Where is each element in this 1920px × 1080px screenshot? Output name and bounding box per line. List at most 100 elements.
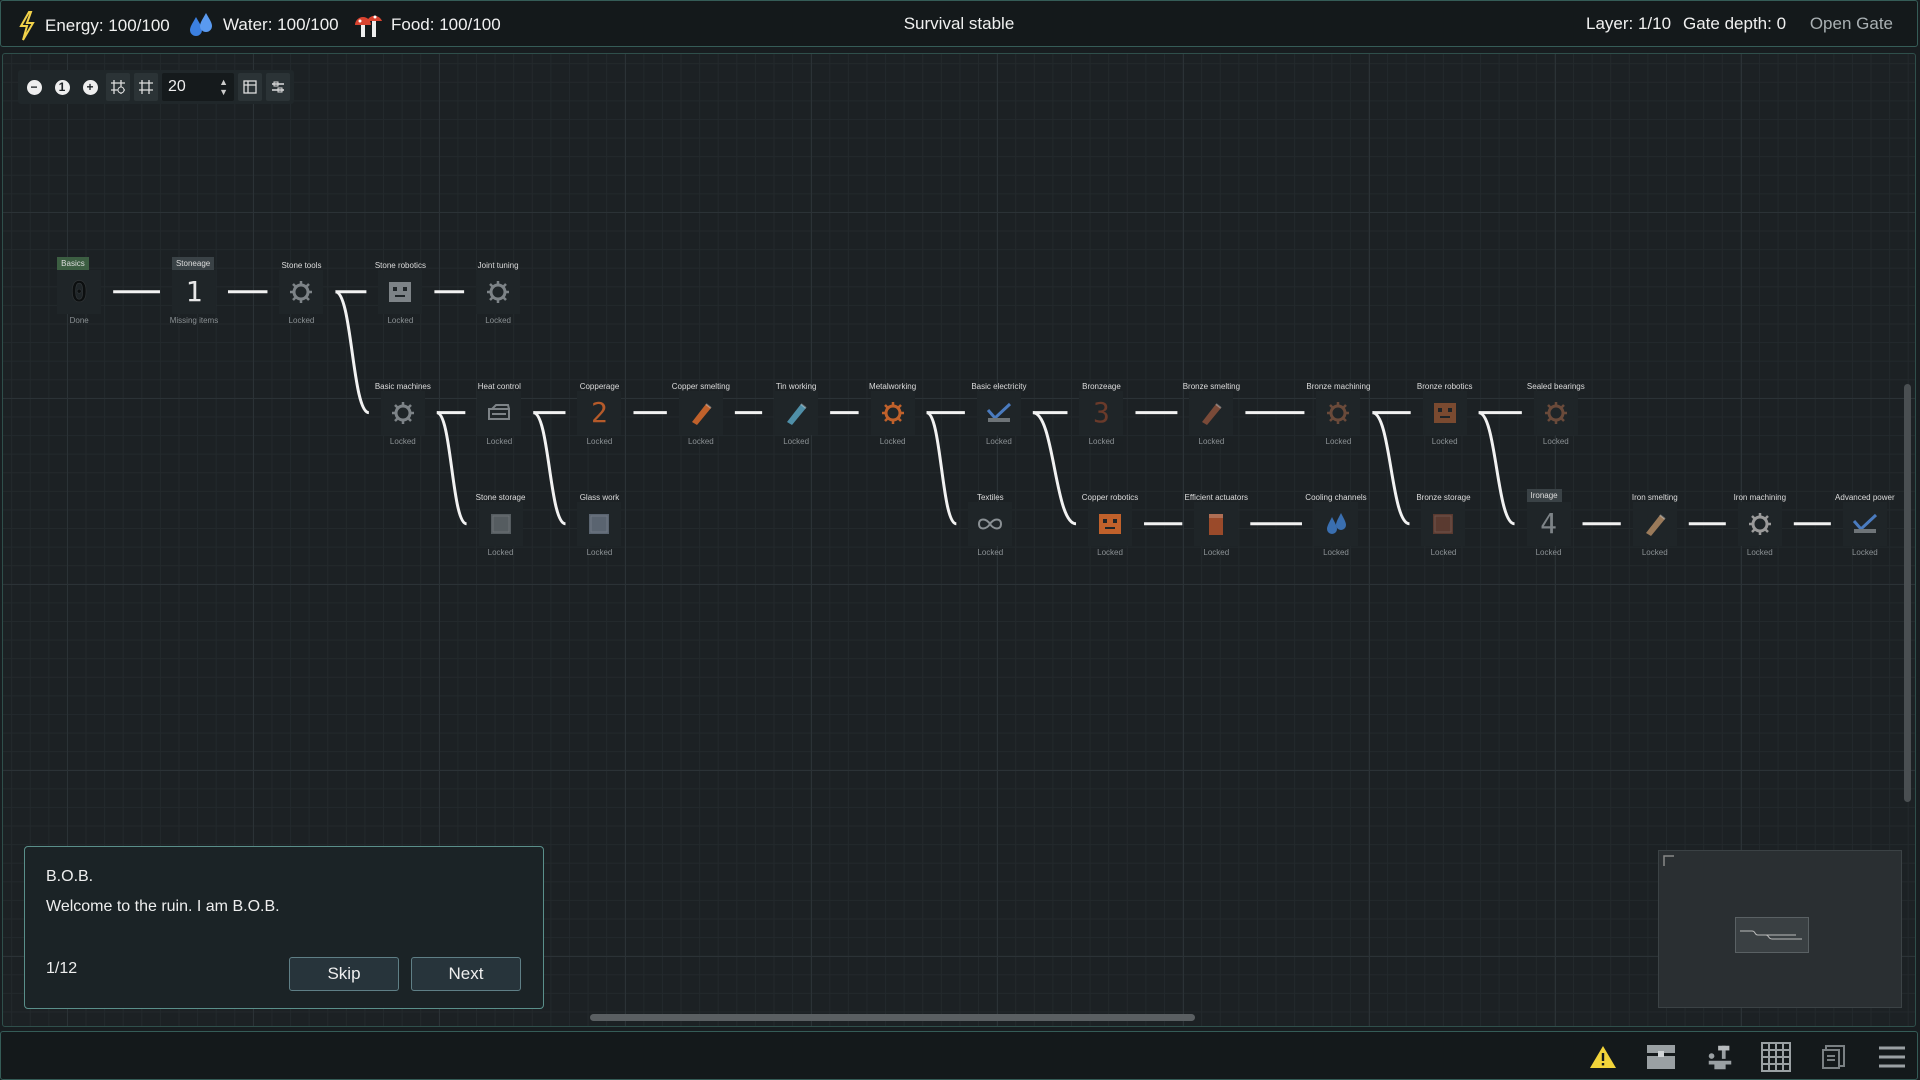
tech-node-status: Locked (1851, 547, 1878, 557)
water-drops-icon (187, 11, 215, 39)
tech-node-status: Locked (485, 315, 511, 325)
box-icon (1421, 501, 1466, 546)
tech-node-label: Bronzeage (1082, 381, 1121, 391)
energy-value: Energy: 100/100 (45, 16, 170, 35)
cylinder-icon (1194, 501, 1239, 546)
next-button[interactable]: Next (411, 957, 521, 991)
tech-node-label: Sealed bearings (1526, 381, 1585, 391)
chest-icon (1647, 1045, 1675, 1069)
tech-node-status: Locked (1323, 547, 1349, 557)
minimap[interactable] (1658, 850, 1902, 1008)
anvil-icon (1708, 1045, 1732, 1070)
tech-node-status: Missing items (169, 315, 219, 325)
lightning-icon (17, 11, 37, 41)
tier-number: 4 (1540, 507, 1557, 541)
journal-button[interactable] (1819, 1042, 1849, 1072)
warning-button[interactable] (1588, 1042, 1618, 1072)
tech-node-label: Bronze smelting (1182, 381, 1241, 391)
robot-icon (1422, 390, 1467, 435)
tier-number: 3 (1093, 396, 1110, 430)
warning-icon (1590, 1046, 1616, 1068)
tech-link (925, 411, 958, 526)
notebook-icon (1822, 1045, 1845, 1069)
box-icon (577, 501, 622, 546)
top-status-bar: Energy: 100/100 Water: 100/100 Food: 100… (0, 0, 1918, 47)
tech-node-label: Ironage (1526, 488, 1562, 502)
tech-node-status: Locked (1542, 436, 1569, 446)
ingot-icon (1632, 501, 1677, 546)
tech-node-label: Basics (57, 256, 89, 270)
layer-indicator: Layer: 1/10 (1586, 14, 1672, 33)
tech-link (1478, 411, 1516, 526)
tech-node-label: Glass work (579, 492, 620, 502)
tech-node-status: Locked (586, 547, 613, 557)
vertical-scrollbar[interactable] (1904, 384, 1911, 802)
tech-node-label: Advanced power (1835, 492, 1895, 502)
robot-icon (1088, 501, 1133, 546)
tech-node-label: Efficient actuators (1184, 492, 1248, 502)
gear-icon (380, 390, 425, 435)
tech-link (334, 290, 370, 415)
food-stat: Food: 100/100 (353, 11, 501, 39)
tier-number-icon: 0 (57, 269, 102, 314)
ingot-icon (1189, 390, 1234, 435)
tier-number-icon: 3 (1079, 390, 1124, 435)
tier-number: 1 (185, 275, 203, 309)
water-value: Water: 100/100 (223, 15, 339, 34)
robot-icon (378, 269, 423, 314)
tech-node-label: Joint tuning (477, 260, 519, 270)
tech-node-status: Locked (977, 547, 1004, 557)
minimap-resize-icon[interactable] (1663, 855, 1675, 867)
minimap-tree-preview (1740, 930, 1802, 940)
loop-icon (968, 501, 1013, 546)
dialog-page-counter: 1/12 (46, 960, 78, 977)
tech-link (1032, 411, 1077, 526)
energy-stat: Energy: 100/100 (17, 11, 170, 41)
tier-number: 2 (591, 396, 608, 430)
tech-node-status: Locked (1198, 436, 1225, 446)
storage-button[interactable] (1646, 1042, 1676, 1072)
gear-icon (279, 269, 324, 314)
gear-icon (1533, 390, 1578, 435)
dialog-speaker: B.O.B. (46, 868, 94, 885)
gear-icon (1316, 390, 1361, 435)
tech-link (436, 411, 468, 526)
skip-button[interactable]: Skip (289, 957, 399, 991)
tech-node-status: Locked (1203, 547, 1230, 557)
hamburger-menu-icon (1879, 1046, 1905, 1068)
gear-icon (476, 269, 521, 314)
tech-node-status: Done (69, 315, 89, 325)
tech-link (532, 411, 567, 526)
tech-node-label: Stoneage (171, 256, 215, 270)
tier-number-icon: 1 (171, 269, 216, 314)
research-grid-button[interactable] (1761, 1042, 1791, 1072)
tech-node-label: Cooling channels (1305, 492, 1367, 502)
spark-icon (1842, 501, 1887, 546)
open-gate-button[interactable]: Open Gate (1810, 14, 1893, 34)
spark-icon (976, 390, 1021, 435)
tech-node-label: Textiles (976, 492, 1004, 502)
gear-icon (870, 390, 915, 435)
mushroom-icon (353, 11, 383, 39)
tier-number-icon: 2 (577, 390, 622, 435)
water-stat: Water: 100/100 (187, 11, 339, 39)
drops-icon (1313, 501, 1358, 546)
crafting-button[interactable] (1705, 1042, 1735, 1072)
tech-node-label: Bronze robotics (1416, 381, 1473, 391)
horizontal-scrollbar[interactable] (590, 1014, 1195, 1021)
minimap-viewport[interactable] (1735, 917, 1809, 953)
tier-number: 0 (70, 275, 88, 309)
furnace-icon (477, 390, 522, 435)
box-icon (478, 501, 523, 546)
bottom-toolbar (0, 1031, 1918, 1080)
gate-depth-indicator: Gate depth: 0 (1683, 14, 1787, 33)
food-value: Food: 100/100 (391, 15, 501, 34)
tech-node-status: Locked (1088, 436, 1115, 446)
tech-node-status: Locked (1431, 436, 1458, 446)
dialog-message: Welcome to the ruin. I am B.O.B. (46, 898, 280, 915)
grid-icon (1761, 1042, 1791, 1072)
tech-link (1371, 411, 1411, 526)
menu-button[interactable] (1877, 1042, 1907, 1072)
tutorial-dialog: B.O.B. Welcome to the ruin. I am B.O.B. … (24, 846, 544, 1009)
ingot-icon (678, 390, 723, 435)
